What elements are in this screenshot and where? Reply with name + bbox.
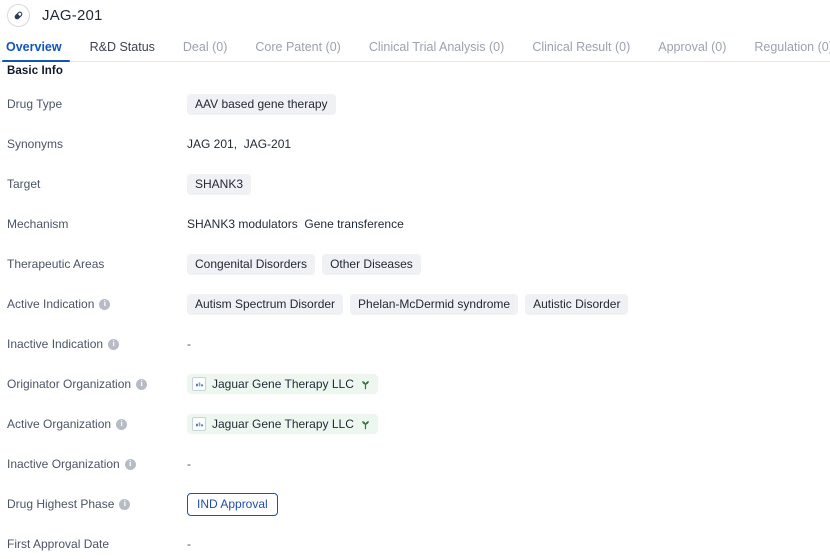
value-chip[interactable]: Autism Spectrum Disorder: [187, 293, 344, 315]
tab-approval[interactable]: Approval (0): [644, 40, 740, 62]
row-mechanism: Mechanism SHANK3 modulators Gene transfer…: [0, 204, 830, 244]
row-value-mechanism: SHANK3 modulators Gene transference: [187, 217, 404, 231]
label-text: Inactive Indication: [7, 337, 104, 351]
page-header: JAG-201: [0, 0, 830, 31]
page-title: JAG-201: [42, 7, 103, 24]
organization-name: Jaguar Gene Therapy LLC: [212, 417, 354, 431]
row-value-inactive-organization: -: [187, 457, 191, 471]
value-empty: -: [187, 537, 191, 551]
row-value-therapeutic-areas: Congenital Disorders Other Diseases: [187, 253, 421, 275]
tab-core-patent[interactable]: Core Patent (0): [241, 40, 354, 62]
row-label-active-organization: Active Organization i: [7, 418, 187, 430]
basic-info-rows: Drug Type AAV based gene therapy Synonyms J…: [0, 77, 830, 559]
row-value-originator-organization: Jaguar Gene Therapy LLC: [187, 374, 378, 394]
row-label-mechanism: Mechanism: [7, 218, 187, 230]
tab-bar: Overview R&D Status Deal (0) Core Patent…: [0, 31, 830, 62]
row-label-drug-highest-phase: Drug Highest Phase i: [7, 498, 187, 510]
row-inactive-organization: Inactive Organization i -: [0, 444, 830, 484]
label-text: Mechanism: [7, 217, 69, 231]
row-therapeutic-areas: Therapeutic Areas Congenital Disorders Oth…: [0, 244, 830, 284]
label-text: Inactive Organization: [7, 457, 120, 471]
info-icon[interactable]: i: [119, 498, 131, 510]
label-text: Therapeutic Areas: [7, 257, 105, 271]
value-chip[interactable]: Phelan-McDermid syndrome: [350, 293, 519, 315]
sprout-icon: [360, 379, 371, 390]
value-chip[interactable]: AAV based gene therapy: [187, 93, 336, 115]
info-icon[interactable]: i: [124, 458, 136, 470]
row-label-originator-organization: Originator Organization i: [7, 378, 187, 390]
info-icon[interactable]: i: [99, 298, 111, 310]
value-chip[interactable]: Congenital Disorders: [187, 253, 316, 275]
sprout-icon: [360, 419, 371, 430]
row-synonyms: Synonyms JAG 201, JAG-201: [0, 124, 830, 164]
label-text: First Approval Date: [7, 537, 110, 551]
tab-clinical-result[interactable]: Clinical Result (0): [518, 40, 644, 62]
row-value-drug-highest-phase: IND Approval: [187, 492, 278, 516]
organization-chip[interactable]: Jaguar Gene Therapy LLC: [187, 414, 378, 434]
label-text: Target: [7, 177, 41, 191]
drug-highest-phase-badge[interactable]: IND Approval: [187, 492, 278, 516]
capsule-icon: [7, 4, 30, 27]
tab-overview[interactable]: Overview: [0, 40, 76, 62]
row-value-inactive-indication: -: [187, 337, 191, 351]
label-text: Originator Organization: [7, 377, 132, 391]
tab-rd-status[interactable]: R&D Status: [76, 40, 169, 62]
value-chip[interactable]: SHANK3: [187, 173, 252, 195]
row-value-target: SHANK3: [187, 173, 252, 195]
row-value-active-organization: Jaguar Gene Therapy LLC: [187, 414, 378, 434]
tab-clinical-trial-analysis[interactable]: Clinical Trial Analysis (0): [355, 40, 518, 62]
row-label-first-approval-date: First Approval Date: [7, 538, 187, 550]
organization-chip[interactable]: Jaguar Gene Therapy LLC: [187, 374, 378, 394]
row-value-drug-type: AAV based gene therapy: [187, 93, 336, 115]
info-icon[interactable]: i: [136, 378, 148, 390]
section-title-basic-info: Basic Info: [7, 65, 63, 77]
value-empty: -: [187, 337, 191, 351]
row-active-indication: Active Indication i Autism Spectrum Disord…: [0, 284, 830, 324]
info-icon[interactable]: i: [108, 338, 120, 350]
label-text: Drug Type: [7, 97, 63, 111]
value-text: JAG 201, JAG-201: [187, 137, 292, 151]
organization-name: Jaguar Gene Therapy LLC: [212, 377, 354, 391]
label-text: Active Indication: [7, 297, 95, 311]
row-label-synonyms: Synonyms: [7, 138, 187, 150]
row-value-first-approval-date: -: [187, 537, 191, 551]
row-label-drug-type: Drug Type: [7, 98, 187, 110]
tab-regulation[interactable]: Regulation (0): [740, 40, 830, 62]
row-label-target: Target: [7, 178, 187, 190]
value-text: SHANK3 modulators Gene transference: [187, 217, 404, 231]
drug-detail-page: JAG-201 Overview R&D Status Deal (0) Cor…: [0, 0, 830, 559]
row-value-synonyms: JAG 201, JAG-201: [187, 137, 291, 151]
row-active-organization: Active Organization i Jaguar Gene Therapy …: [0, 404, 830, 444]
row-label-active-indication: Active Indication i: [7, 298, 187, 310]
info-icon[interactable]: i: [116, 418, 128, 430]
org-logo-icon: [192, 417, 206, 431]
row-originator-organization: Originator Organization i Jaguar Gene Ther…: [0, 364, 830, 404]
row-drug-highest-phase: Drug Highest Phase i IND Approval: [0, 484, 830, 524]
row-first-approval-date: First Approval Date -: [0, 524, 830, 559]
label-text: Drug Highest Phase: [7, 497, 115, 511]
row-label-inactive-organization: Inactive Organization i: [7, 458, 187, 470]
tab-deal[interactable]: Deal (0): [169, 40, 241, 62]
label-text: Active Organization: [7, 417, 112, 431]
row-inactive-indication: Inactive Indication i -: [0, 324, 830, 364]
row-target: Target SHANK3: [0, 164, 830, 204]
org-logo-icon: [192, 377, 206, 391]
value-chip[interactable]: Autistic Disorder: [525, 293, 629, 315]
label-text: Synonyms: [7, 137, 64, 151]
row-label-therapeutic-areas: Therapeutic Areas: [7, 258, 187, 270]
value-chip[interactable]: Other Diseases: [322, 253, 421, 275]
value-empty: -: [187, 457, 191, 471]
row-label-inactive-indication: Inactive Indication i: [7, 338, 187, 350]
row-drug-type: Drug Type AAV based gene therapy: [0, 84, 830, 124]
row-value-active-indication: Autism Spectrum Disorder Phelan-McDermid …: [187, 293, 629, 315]
